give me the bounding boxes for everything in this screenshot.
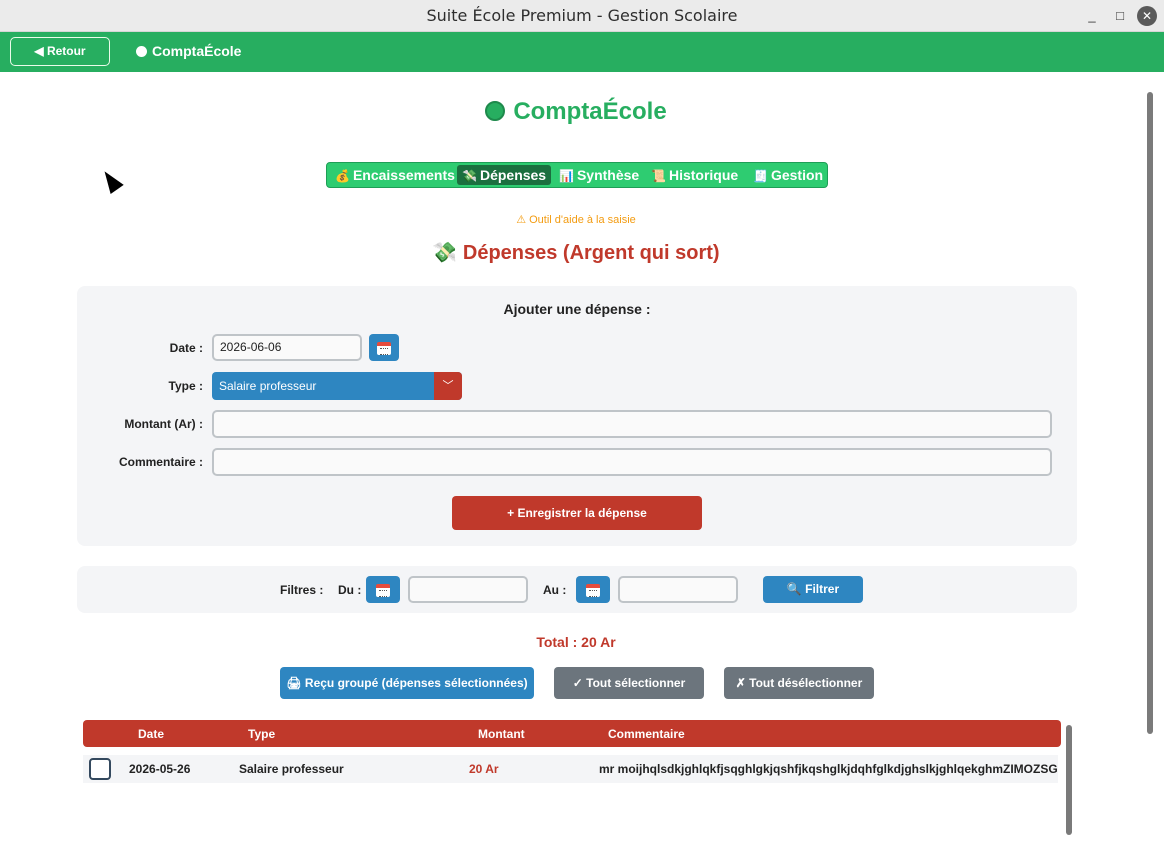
- row-amount: 20 Ar: [469, 762, 499, 776]
- row-type: Salaire professeur: [239, 762, 344, 776]
- receipt-icon: 🧾: [753, 169, 768, 183]
- green-circle-icon: [136, 46, 147, 57]
- column-header-type: Type: [248, 727, 276, 741]
- section-title: 💸 Dépenses (Argent qui sort): [0, 240, 1152, 265]
- save-expense-button[interactable]: + Enregistrer la dépense: [452, 496, 702, 530]
- minimize-icon[interactable]: _: [1082, 6, 1102, 26]
- tab-label: Dépenses: [479, 167, 547, 183]
- table-row[interactable]: 2026-05-26 Salaire professeur 20 Ar mr m…: [83, 755, 1058, 783]
- bar-chart-icon: 📊: [559, 169, 574, 183]
- filters-label: Filtres :: [280, 583, 324, 597]
- from-calendar-button[interactable]: [366, 576, 400, 603]
- tab-gestion[interactable]: 🧾 Gestion: [748, 165, 828, 185]
- tab-label: Historique: [668, 167, 739, 183]
- calendar-button[interactable]: [369, 334, 399, 361]
- filter-button[interactable]: 🔍 Filtrer: [763, 576, 863, 603]
- form-title: Ajouter une dépense :: [503, 301, 651, 317]
- scroll-icon: 📜: [651, 169, 666, 183]
- amount-label: Montant (Ar) :: [124, 417, 203, 431]
- calendar-icon: [377, 342, 391, 356]
- comment-field[interactable]: [212, 448, 1052, 476]
- calendar-icon: [376, 584, 390, 598]
- warning-note: ⚠ Outil d'aide à la saisie: [516, 214, 636, 226]
- app-bar-title: ComptaÉcole: [136, 43, 241, 59]
- amount-field[interactable]: [212, 410, 1052, 438]
- from-date-field[interactable]: [408, 576, 528, 603]
- app-bar: ◀ Retour ComptaÉcole: [0, 32, 1164, 72]
- column-header-date: Date: [138, 727, 165, 741]
- tab-label: Encaissements: [352, 167, 455, 183]
- column-header-amount: Montant: [478, 727, 525, 741]
- to-date-field[interactable]: [618, 576, 738, 603]
- type-select[interactable]: Salaire professeur ﹀: [212, 372, 462, 400]
- maximize-icon[interactable]: □: [1110, 6, 1130, 26]
- tab-historique[interactable]: 📜 Historique: [646, 165, 743, 185]
- table-scrollbar[interactable]: [1066, 725, 1072, 835]
- row-date: 2026-05-26: [129, 762, 191, 776]
- row-comment: mr moijhqlsdkjghlqkfjsqghlgkjqshfjkqshgl…: [599, 762, 1058, 776]
- grouped-receipt-button[interactable]: 🖨 Reçu groupé (dépenses sélectionnées): [280, 667, 534, 699]
- money-wings-icon: 💸: [462, 169, 477, 183]
- tab-label: Gestion: [770, 167, 824, 183]
- type-select-value: Salaire professeur: [219, 379, 317, 393]
- filter-panel: Filtres : Du : Au : 🔍 Filtrer: [77, 566, 1077, 613]
- page-title: ComptaÉcole: [513, 98, 667, 125]
- money-wings-icon: 💸: [432, 242, 458, 264]
- tab-label: Synthèse: [576, 167, 640, 183]
- chevron-down-icon[interactable]: ﹀: [434, 372, 462, 400]
- tab-synthese[interactable]: 📊 Synthèse: [554, 165, 644, 185]
- select-all-button[interactable]: ✓ Tout sélectionner: [554, 667, 704, 699]
- row-checkbox[interactable]: [89, 758, 111, 780]
- column-header-comment: Commentaire: [608, 727, 685, 741]
- type-label: Type :: [168, 379, 203, 393]
- date-field[interactable]: 2026-06-06: [212, 334, 362, 361]
- total-amount: Total : 20 Ar: [536, 634, 616, 650]
- deselect-all-button[interactable]: ✗ Tout désélectionner: [724, 667, 874, 699]
- window-title: Suite École Premium - Gestion Scolaire: [426, 6, 738, 25]
- window-titlebar: Suite École Premium - Gestion Scolaire _…: [0, 0, 1164, 32]
- mouse-cursor-icon: [98, 166, 124, 195]
- add-expense-panel: Ajouter une dépense : Date : 2026-06-06 …: [77, 286, 1077, 546]
- table-header: Date Type Montant Commentaire: [83, 720, 1061, 747]
- calendar-icon: [586, 584, 600, 598]
- tab-depenses[interactable]: 💸 Dépenses: [457, 165, 552, 185]
- tab-bar: 💰 Encaissements 💸 Dépenses 📊 Synthèse 📜 Hist…: [326, 162, 828, 188]
- to-calendar-button[interactable]: [576, 576, 610, 603]
- green-circle-icon: [485, 101, 506, 121]
- section-title-text: Dépenses (Argent qui sort): [462, 242, 720, 264]
- comment-label: Commentaire :: [118, 455, 203, 469]
- date-label: Date :: [169, 341, 203, 355]
- to-label: Au :: [543, 583, 567, 597]
- money-bag-icon: 💰: [335, 169, 350, 183]
- page-header: ComptaÉcole: [0, 98, 1152, 126]
- back-button[interactable]: ◀ Retour: [10, 37, 110, 66]
- page-scrollbar[interactable]: [1147, 92, 1153, 734]
- close-icon[interactable]: ✕: [1137, 6, 1157, 26]
- app-bar-title-text: ComptaÉcole: [152, 43, 242, 59]
- tab-encaissements[interactable]: 💰 Encaissements: [330, 165, 460, 185]
- from-label: Du :: [338, 583, 362, 597]
